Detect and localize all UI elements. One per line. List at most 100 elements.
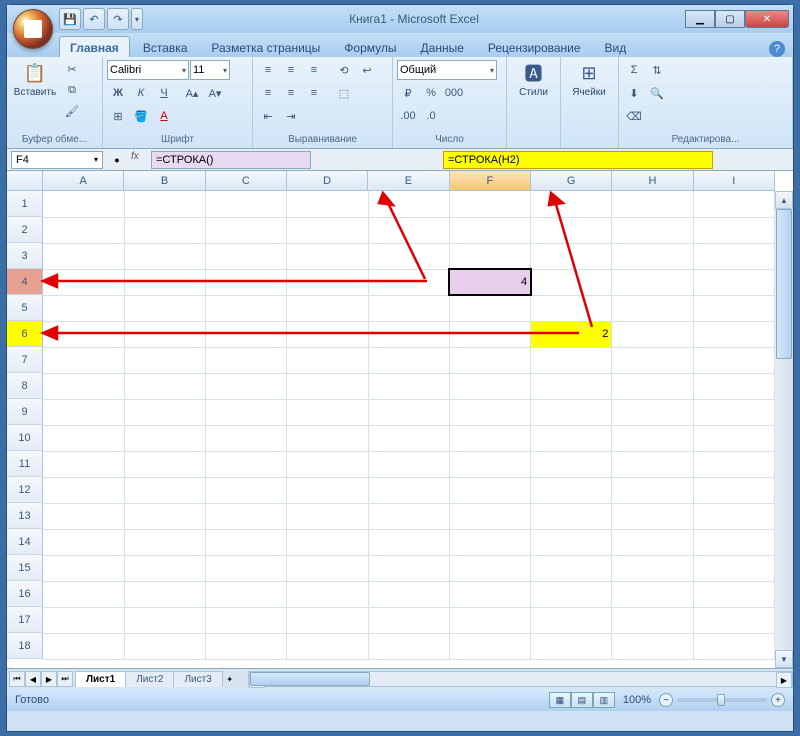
font-size-combo[interactable]: 11▾ <box>190 60 230 80</box>
sheet-nav-last[interactable]: ⏭ <box>57 671 73 687</box>
col-header-g[interactable]: G <box>531 171 612 191</box>
row-header-2[interactable]: 2 <box>7 217 43 243</box>
sheet-tab-3[interactable]: Лист3 <box>173 671 222 687</box>
sheet-tab-2[interactable]: Лист2 <box>125 671 174 687</box>
scroll-thumb[interactable] <box>776 209 792 359</box>
row-header-1[interactable]: 1 <box>7 191 43 217</box>
merge-button[interactable]: ⬚ <box>333 83 355 103</box>
decrease-font-button[interactable]: A▾ <box>204 83 226 103</box>
row-header-9[interactable]: 9 <box>7 399 43 425</box>
paste-button[interactable]: 📋 Вставить <box>11 59 59 133</box>
tab-view[interactable]: Вид <box>594 36 638 57</box>
col-header-b[interactable]: B <box>124 171 205 191</box>
close-button[interactable]: ✕ <box>745 10 789 28</box>
align-top-button[interactable]: ≡ <box>257 60 279 80</box>
row-header-17[interactable]: 17 <box>7 607 43 633</box>
align-right-button[interactable]: ≡ <box>303 83 325 103</box>
row-header-12[interactable]: 12 <box>7 477 43 503</box>
percent-button[interactable]: % <box>420 83 442 103</box>
tab-page-layout[interactable]: Разметка страницы <box>200 36 331 57</box>
styles-button[interactable]: 🅰 Стили <box>511 59 556 144</box>
scroll-up-button[interactable]: ▲ <box>775 191 793 209</box>
decrease-decimal-button[interactable]: .0 <box>420 106 442 126</box>
cut-button[interactable]: ✂ <box>61 59 83 79</box>
clear-button[interactable]: ⌫ <box>623 106 645 126</box>
cell-g6[interactable]: 2 <box>531 321 612 347</box>
row-header-16[interactable]: 16 <box>7 581 43 607</box>
fill-button[interactable]: ⬇ <box>623 83 645 103</box>
sheet-nav-prev[interactable]: ◀ <box>25 671 41 687</box>
row-header-8[interactable]: 8 <box>7 373 43 399</box>
italic-button[interactable]: К <box>130 83 152 103</box>
qat-customize[interactable]: ▾ <box>131 8 143 30</box>
font-name-combo[interactable]: Calibri▾ <box>107 60 189 80</box>
currency-button[interactable]: ₽ <box>397 83 419 103</box>
align-left-button[interactable]: ≡ <box>257 83 279 103</box>
undo-button[interactable]: ↶ <box>83 8 105 30</box>
cell-f4[interactable]: 4 <box>449 269 530 295</box>
tab-home[interactable]: Главная <box>59 36 130 57</box>
tab-data[interactable]: Данные <box>410 36 475 57</box>
sheet-tab-1[interactable]: Лист1 <box>75 671 126 687</box>
col-header-h[interactable]: H <box>612 171 693 191</box>
redo-button[interactable]: ↷ <box>107 8 129 30</box>
view-pagebreak-button[interactable]: ▥ <box>593 692 615 708</box>
row-header-14[interactable]: 14 <box>7 529 43 555</box>
view-normal-button[interactable]: ▦ <box>549 692 571 708</box>
row-header-11[interactable]: 11 <box>7 451 43 477</box>
row-header-5[interactable]: 5 <box>7 295 43 321</box>
scroll-down-button[interactable]: ▼ <box>775 650 793 668</box>
minimize-button[interactable]: ▁ <box>685 10 715 28</box>
col-header-c[interactable]: C <box>206 171 287 191</box>
decrease-indent-button[interactable]: ⇤ <box>257 106 279 126</box>
hscroll-thumb[interactable] <box>250 672 370 686</box>
cells-area[interactable]: 4 2 <box>43 191 775 668</box>
increase-indent-button[interactable]: ⇥ <box>280 106 302 126</box>
fx-insert-icon[interactable]: ● <box>114 155 119 165</box>
font-color-button[interactable]: A <box>153 106 175 126</box>
save-button[interactable]: 💾 <box>59 8 81 30</box>
hscroll-right[interactable]: ▶ <box>776 672 792 688</box>
align-center-button[interactable]: ≡ <box>280 83 302 103</box>
row-header-3[interactable]: 3 <box>7 243 43 269</box>
number-format-combo[interactable]: Общий▾ <box>397 60 497 80</box>
orientation-button[interactable]: ⟲ <box>333 60 355 80</box>
fx-button[interactable]: fx <box>131 151 149 169</box>
fill-color-button[interactable]: 🪣 <box>130 106 152 126</box>
autosum-button[interactable]: Σ <box>623 60 645 80</box>
row-header-6[interactable]: 6 <box>7 321 43 347</box>
row-header-10[interactable]: 10 <box>7 425 43 451</box>
sheet-nav-first[interactable]: ⏮ <box>9 671 25 687</box>
col-header-f[interactable]: F <box>450 171 531 191</box>
vertical-scrollbar[interactable]: ▲ ▼ <box>775 191 793 668</box>
row-header-4[interactable]: 4 <box>7 269 43 295</box>
office-button[interactable] <box>13 9 53 49</box>
format-painter-button[interactable]: 🖌 <box>61 101 83 121</box>
col-header-e[interactable]: E <box>368 171 449 191</box>
zoom-in-button[interactable]: + <box>771 693 785 707</box>
row-header-18[interactable]: 18 <box>7 633 43 659</box>
col-header-i[interactable]: I <box>694 171 775 191</box>
zoom-slider[interactable] <box>677 698 767 702</box>
align-bottom-button[interactable]: ≡ <box>303 60 325 80</box>
row-header-15[interactable]: 15 <box>7 555 43 581</box>
underline-button[interactable]: Ч <box>153 83 175 103</box>
view-layout-button[interactable]: ▤ <box>571 692 593 708</box>
formula-input[interactable]: =СТРОКА() <box>151 151 311 169</box>
name-box[interactable]: F4▾ <box>11 151 103 169</box>
increase-decimal-button[interactable]: .00 <box>397 106 419 126</box>
sheet-nav-next[interactable]: ▶ <box>41 671 57 687</box>
comma-button[interactable]: 000 <box>443 83 465 103</box>
align-middle-button[interactable]: ≡ <box>280 60 302 80</box>
col-header-a[interactable]: A <box>43 171 124 191</box>
maximize-button[interactable]: ▢ <box>715 10 745 28</box>
tab-review[interactable]: Рецензирование <box>477 36 592 57</box>
col-header-d[interactable]: D <box>287 171 368 191</box>
horizontal-scrollbar[interactable]: ◀ ▶ <box>248 671 793 687</box>
new-sheet-button[interactable]: ✦ <box>222 671 238 687</box>
help-icon[interactable]: ? <box>769 41 785 57</box>
tab-formulas[interactable]: Формулы <box>333 36 407 57</box>
borders-button[interactable]: ⊞ <box>107 106 129 126</box>
increase-font-button[interactable]: A▴ <box>181 83 203 103</box>
copy-button[interactable]: ⧉ <box>61 80 83 100</box>
